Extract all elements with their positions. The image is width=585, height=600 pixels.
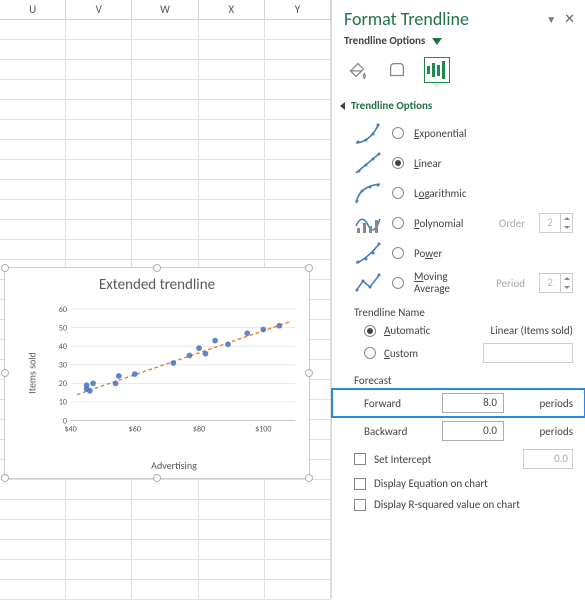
radio[interactable] — [364, 325, 376, 337]
label: Linear — [414, 157, 442, 170]
label: Display Equation on chart — [374, 477, 488, 490]
resize-handle[interactable] — [1, 264, 9, 272]
backward-forecast-row: Backward 0.0 periods — [332, 417, 585, 445]
backward-label: Backward — [364, 425, 434, 438]
order-spinner[interactable]: 2 — [539, 213, 573, 233]
chart-title[interactable]: Extended trendline — [5, 268, 309, 298]
column-headers: U V W X Y — [0, 0, 331, 20]
trendline-options-header[interactable]: Trendline Options — [332, 93, 585, 118]
moving-average-icon — [354, 271, 382, 295]
backward-input[interactable]: 0.0 — [442, 421, 504, 441]
col-V[interactable]: V — [66, 0, 132, 19]
svg-text:$40: $40 — [64, 424, 76, 434]
trendline-name-header: Trendline Name — [332, 298, 585, 321]
col-U[interactable]: U — [0, 0, 66, 19]
svg-text:40: 40 — [59, 342, 67, 352]
resize-handle[interactable] — [305, 474, 313, 482]
label: MovingAverage — [414, 271, 450, 295]
custom-name-option[interactable]: Custom — [332, 340, 585, 366]
checkbox[interactable] — [354, 499, 366, 511]
y-axis-label[interactable]: Items sold — [25, 352, 38, 394]
radio[interactable] — [392, 187, 404, 199]
collapse-icon — [340, 102, 345, 110]
resize-handle[interactable] — [1, 369, 9, 377]
power-option[interactable]: Power — [332, 238, 585, 268]
plot-area[interactable]: 0102030405060$40$60$80$100 — [49, 302, 299, 442]
period-spinner[interactable]: 2 — [539, 273, 573, 293]
pane-options-dropdown-icon[interactable]: ▼ — [546, 13, 556, 26]
dropdown-icon — [432, 38, 442, 45]
forecast-header: Forecast — [332, 366, 585, 389]
forward-input[interactable]: 8.0 — [442, 393, 504, 413]
logarithmic-icon — [354, 181, 382, 205]
svg-text:$60: $60 — [129, 424, 141, 434]
trendline-options-tab-icon[interactable] — [424, 57, 450, 83]
format-pane: Format Trendline ▼ ✕ Trendline Options T… — [331, 0, 585, 598]
svg-text:30: 30 — [59, 361, 67, 371]
radio[interactable] — [392, 247, 404, 259]
intercept-input[interactable]: 0.0 — [523, 449, 573, 469]
display-r-squared-row[interactable]: Display R-squared value on chart — [332, 494, 585, 515]
moving-average-option[interactable]: MovingAverage Period 2 — [332, 268, 585, 298]
resize-handle[interactable] — [305, 369, 313, 377]
forward-label: Forward — [364, 397, 434, 410]
svg-text:10: 10 — [59, 398, 67, 408]
linear-option[interactable]: Linear — [332, 148, 585, 178]
automatic-name-option[interactable]: Automatic Linear (Items sold) — [332, 321, 585, 340]
logarithmic-option[interactable]: Logarithmic — [332, 178, 585, 208]
label: Power — [414, 247, 442, 260]
chart-object[interactable]: Extended trendline Items sold 0102030405… — [4, 267, 310, 479]
pane-title: Format Trendline — [344, 8, 546, 30]
col-Y[interactable]: Y — [265, 0, 331, 19]
exponential-option[interactable]: Exponential — [332, 118, 585, 148]
fill-line-tab-icon[interactable] — [344, 57, 370, 83]
resize-handle[interactable] — [1, 474, 9, 482]
radio[interactable] — [392, 217, 404, 229]
checkbox[interactable] — [354, 453, 366, 465]
period-label: Period — [496, 277, 525, 290]
svg-text:$80: $80 — [193, 424, 205, 434]
label: Logarithmic — [414, 187, 466, 200]
auto-name-value: Linear (Items sold) — [491, 324, 573, 337]
close-icon[interactable]: ✕ — [564, 12, 575, 27]
resize-handle[interactable] — [153, 474, 161, 482]
periods-label: periods — [540, 425, 574, 438]
pane-subtitle[interactable]: Trendline Options — [332, 32, 585, 53]
label: Custom — [384, 347, 418, 360]
polynomial-icon — [354, 211, 382, 235]
svg-text:$100: $100 — [255, 424, 271, 434]
polynomial-option[interactable]: Polynomial Order 2 — [332, 208, 585, 238]
col-W[interactable]: W — [132, 0, 198, 19]
effects-tab-icon[interactable] — [384, 57, 410, 83]
resize-handle[interactable] — [305, 264, 313, 272]
forward-forecast-row: Forward 8.0 periods — [332, 389, 585, 417]
linear-icon — [354, 151, 382, 175]
label: Set Intercept — [374, 453, 431, 466]
label: Polynomial — [414, 217, 463, 230]
display-equation-row[interactable]: Display Equation on chart — [332, 473, 585, 494]
label: Display R-squared value on chart — [374, 498, 520, 511]
svg-text:60: 60 — [59, 305, 67, 315]
power-icon — [354, 241, 382, 265]
periods-label: periods — [540, 397, 574, 410]
radio[interactable] — [364, 347, 376, 359]
radio[interactable] — [392, 157, 404, 169]
x-axis-label[interactable]: Advertising — [49, 457, 299, 472]
order-label: Order — [499, 217, 525, 230]
radio[interactable] — [392, 127, 404, 139]
svg-text:50: 50 — [59, 323, 67, 333]
label: Automatic — [384, 324, 430, 337]
exponential-icon — [354, 121, 382, 145]
radio[interactable] — [392, 277, 404, 289]
col-X[interactable]: X — [199, 0, 265, 19]
custom-name-input[interactable] — [483, 343, 573, 363]
svg-text:20: 20 — [59, 379, 67, 389]
label: Exponential — [414, 127, 467, 140]
checkbox[interactable] — [354, 478, 366, 490]
set-intercept-row[interactable]: Set Intercept 0.0 — [332, 445, 585, 473]
resize-handle[interactable] — [153, 264, 161, 272]
